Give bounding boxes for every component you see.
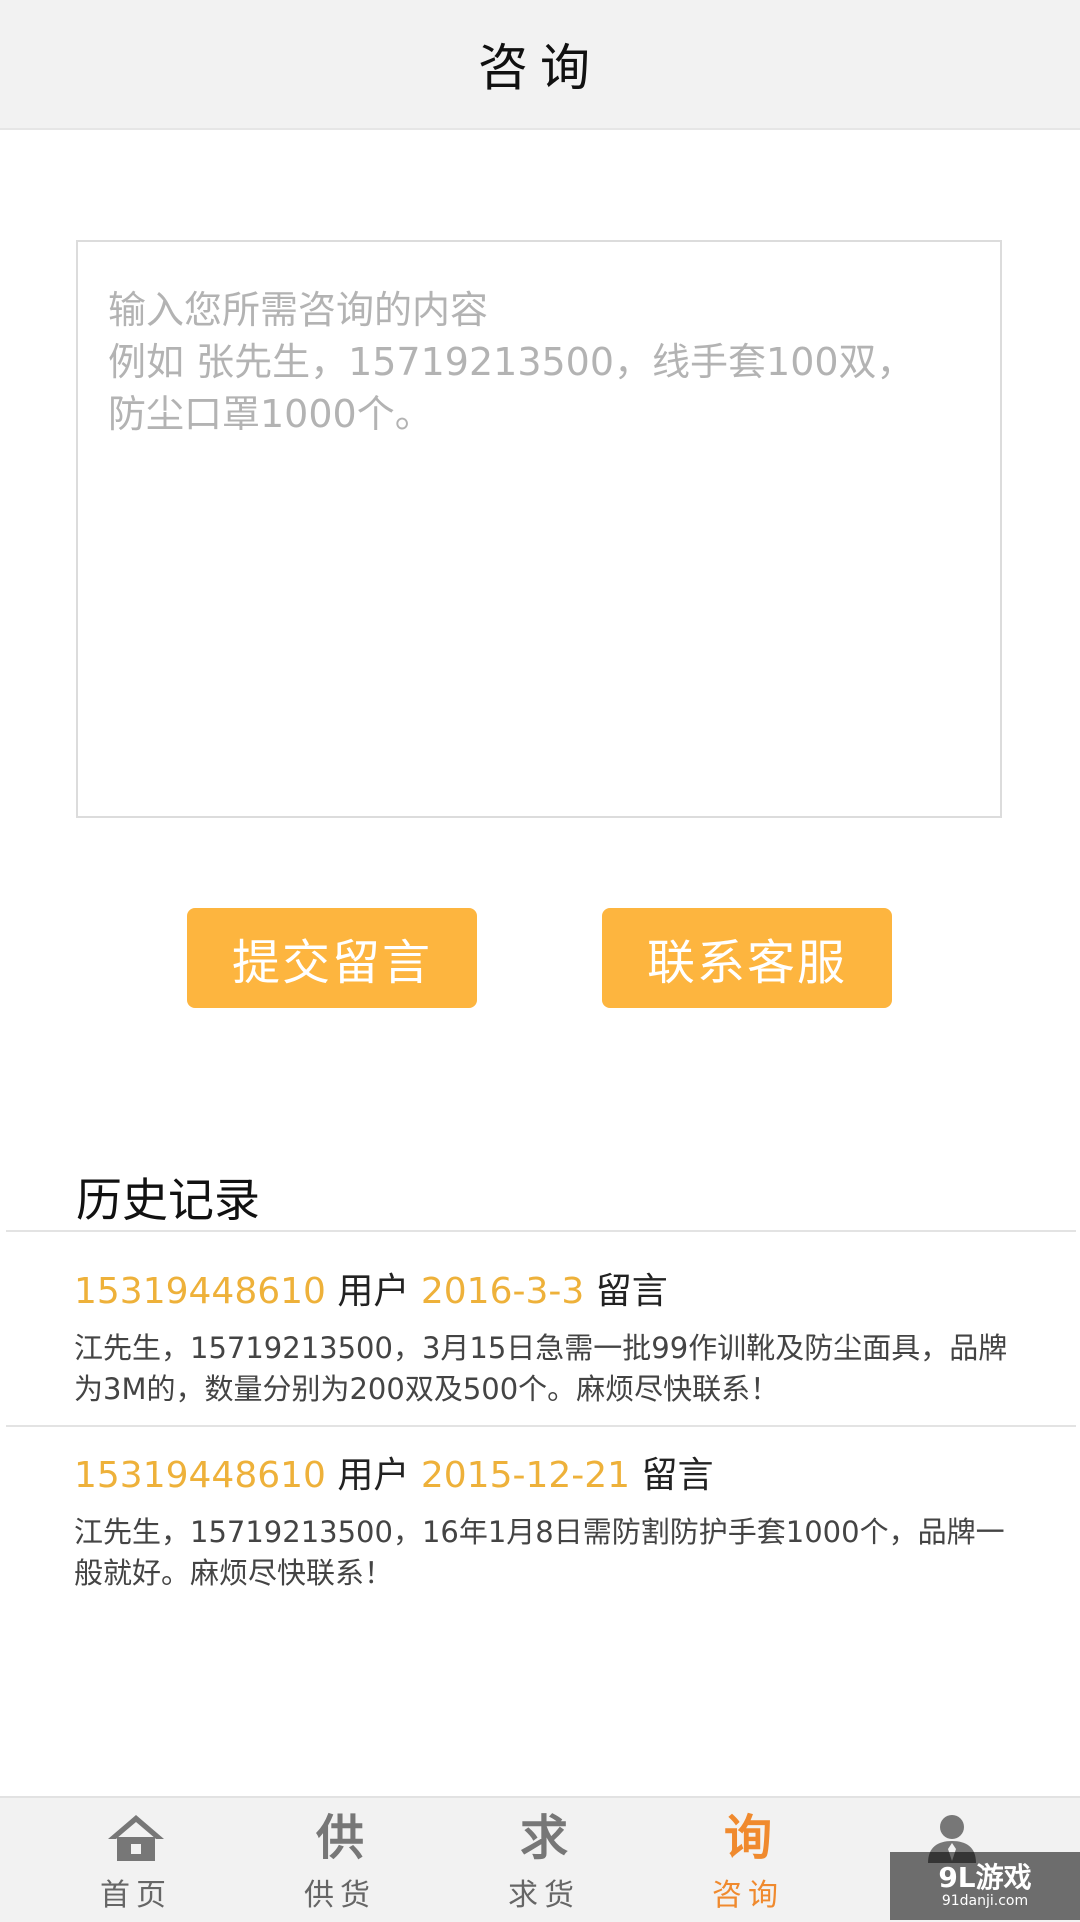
tab-supply[interactable]: 供 供货 [240,1798,440,1922]
home-icon [106,1812,166,1864]
placeholder-line: 输入您所需咨询的内容 [108,288,489,332]
record-content: 江先生，15719213500，16年1月8日需防割防护手套1000个，品牌一般… [74,1515,1005,1590]
record-action-word: 留言 [595,1271,668,1312]
record-phone: 15319448610 [74,1455,326,1496]
record-user-word: 用户 [337,1455,410,1496]
watermark-url: 91danji.com [941,1893,1029,1909]
divider [6,1230,1076,1232]
record-content: 江先生，15719213500，3月15日急需一批99作训靴及防尘面具，品牌为3… [74,1331,1008,1406]
watermark-text: 9L游戏 [938,1861,1032,1894]
supply-icon: 供 [315,1810,364,1866]
tab-home[interactable]: 首页 [36,1798,236,1922]
page-title: 咨询 [478,39,602,97]
tab-consult[interactable]: 询 咨询 [648,1798,848,1922]
header-bar: 咨询 [0,0,1080,130]
record-user-word: 用户 [337,1271,410,1312]
consult-textarea[interactable]: 输入您所需咨询的内容 例如 张先生，15719213500，线手套100双， 防… [76,240,1002,818]
consult-placeholder: 输入您所需咨询的内容 例如 张先生，15719213500，线手套100双， 防… [108,284,970,440]
record-date: 2015-12-21 [420,1455,631,1496]
divider [6,1425,1076,1427]
record-action-word: 留言 [641,1455,714,1496]
record-header: 15319448610 用户 2016-3-3 留言 [74,1262,1014,1314]
tab-demand[interactable]: 求 求货 [444,1798,644,1922]
tab-label: 咨询 [712,1878,784,1913]
submit-message-button[interactable]: 提交留言 [187,908,477,1008]
record-date: 2016-3-3 [420,1271,585,1312]
watermark-logo: 9L游戏 91danji.com [890,1852,1080,1920]
tab-label: 求货 [508,1878,580,1913]
tab-label: 供货 [304,1878,376,1913]
contact-service-button[interactable]: 联系客服 [602,908,892,1008]
record-header: 15319448610 用户 2015-12-21 留言 [74,1446,1014,1498]
consult-icon: 询 [723,1810,772,1866]
history-record[interactable]: 15319448610 用户 2016-3-3 留言 江先生，157192135… [74,1262,1014,1410]
record-phone: 15319448610 [74,1271,326,1312]
history-record[interactable]: 15319448610 用户 2015-12-21 留言 江先生，1571921… [74,1446,1014,1594]
history-title: 历史记录 [76,1173,260,1227]
placeholder-line: 例如 张先生，15719213500，线手套100双， [108,340,915,384]
placeholder-line: 防尘口罩1000个。 [108,392,433,436]
tab-label: 首页 [100,1878,172,1913]
demand-icon: 求 [519,1810,568,1866]
